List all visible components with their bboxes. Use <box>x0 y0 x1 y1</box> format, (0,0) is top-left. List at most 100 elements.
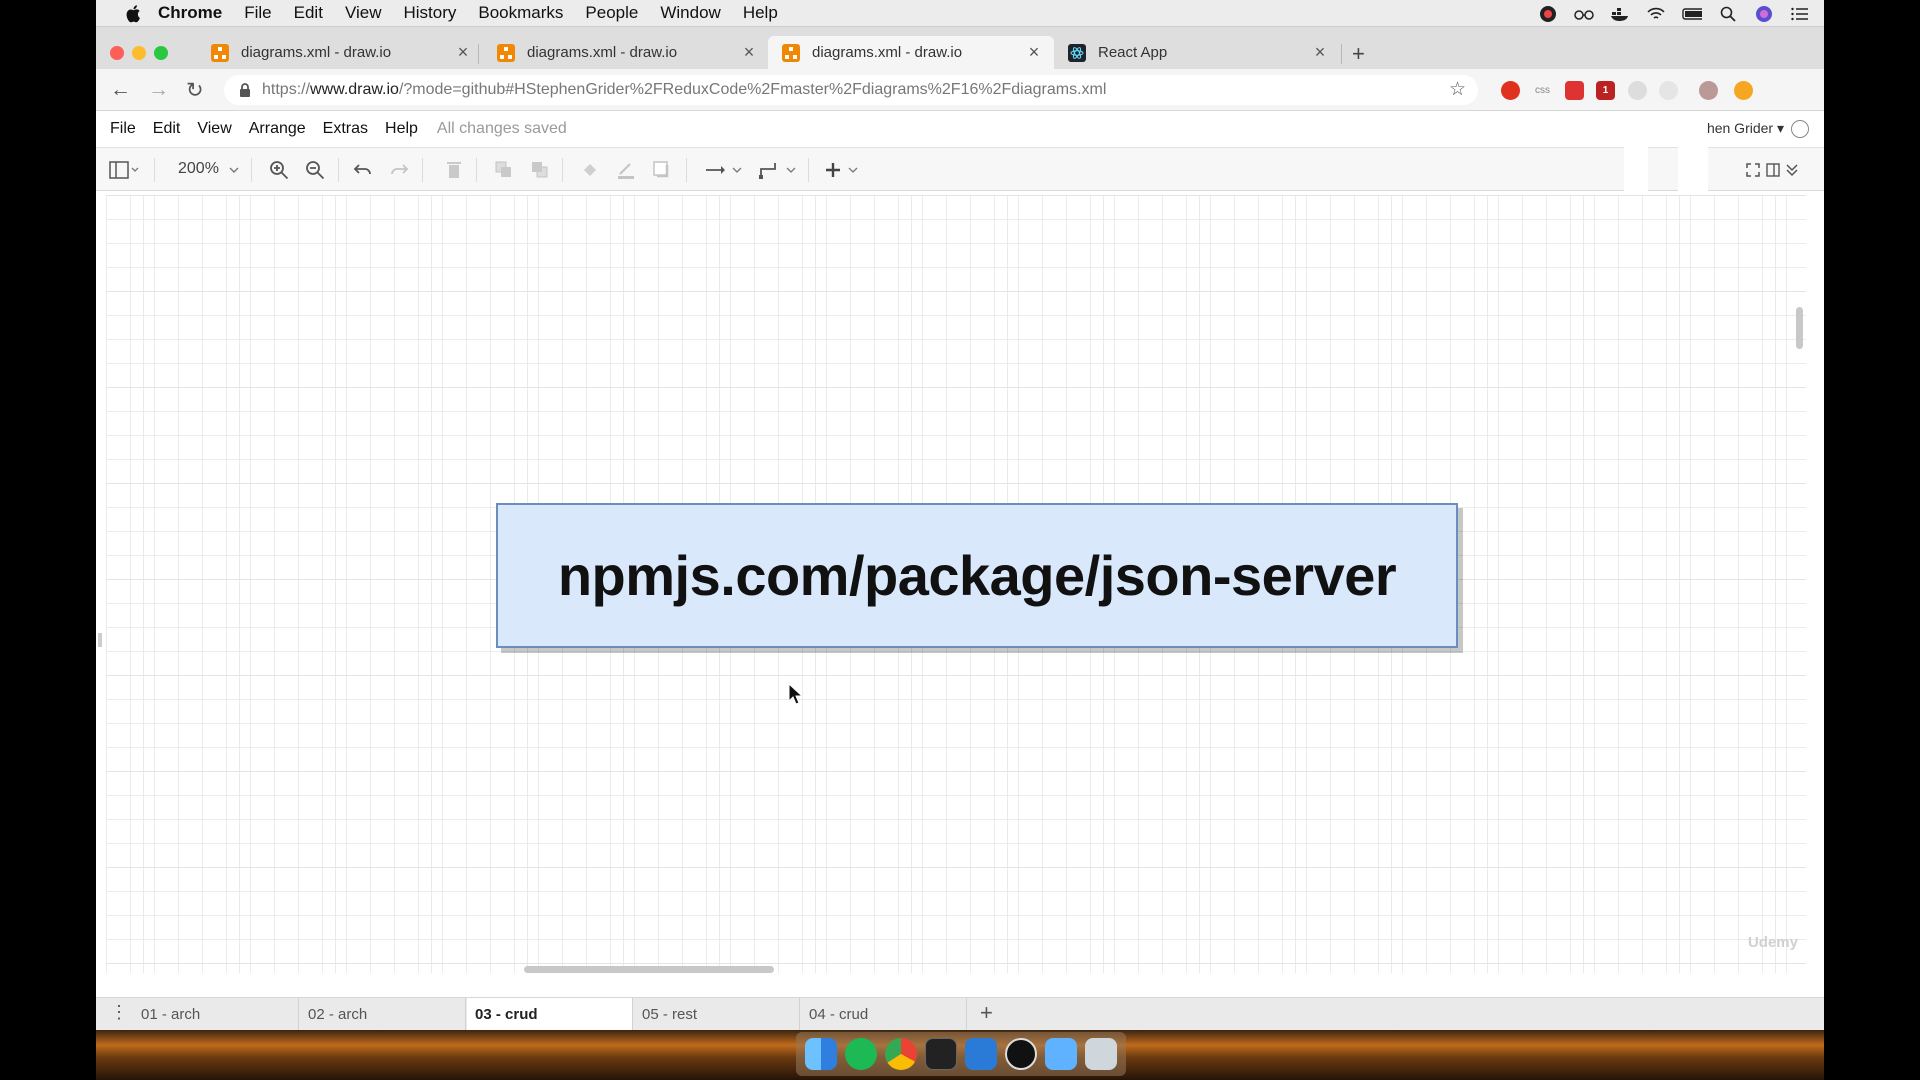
page-tab-01-arch[interactable]: 01 - arch <box>133 998 299 1031</box>
tab-close-icon[interactable]: × <box>1310 42 1330 63</box>
diagram-canvas[interactable]: npmjs.com/package/json-server Udemy <box>106 195 1806 973</box>
pages-menu-icon[interactable]: ⋮ <box>110 1002 128 1023</box>
url-path: /?mode=github#HStephenGrider%2FReduxCode… <box>398 81 1107 98</box>
drawio-menubar: File Edit View Arrange Extras Help All c… <box>96 111 1824 147</box>
delete-trash-icon[interactable] <box>444 160 464 180</box>
page-tab-03-crud-active[interactable]: 03 - crud <box>467 998 633 1031</box>
udemy-watermark: Udemy <box>1747 934 1798 951</box>
vscode-icon[interactable] <box>965 1038 997 1070</box>
redo-icon[interactable] <box>388 160 410 180</box>
profile-avatar-icon[interactable] <box>1699 81 1718 100</box>
menu-window[interactable]: Window <box>660 3 720 23</box>
maximize-window-icon[interactable] <box>154 46 168 60</box>
format-panel-icon[interactable] <box>1765 160 1781 180</box>
tab-close-icon[interactable]: × <box>739 42 759 63</box>
fullscreen-icon[interactable] <box>1745 160 1761 180</box>
close-window-icon[interactable] <box>110 46 124 60</box>
to-front-icon[interactable] <box>494 160 514 180</box>
minimize-window-icon[interactable] <box>132 46 146 60</box>
zoom-dropdown-chevron-icon[interactable] <box>228 160 240 180</box>
reload-button[interactable]: ↻ <box>186 78 204 103</box>
drawio-menu-help[interactable]: Help <box>385 120 418 138</box>
language-globe-icon[interactable] <box>1791 120 1809 138</box>
format-panel-toggle-icon[interactable] <box>106 160 142 180</box>
shadow-icon[interactable] <box>652 160 672 180</box>
page-tab-04-crud[interactable]: 04 - crud <box>801 998 967 1031</box>
extension-orange-icon[interactable] <box>1734 81 1753 100</box>
drawio-menu-edit[interactable]: Edit <box>153 120 181 138</box>
extension-css-icon[interactable]: css <box>1533 81 1552 100</box>
menu-view[interactable]: View <box>345 3 382 23</box>
browser-tab-3-active[interactable]: diagrams.xml - draw.io × <box>768 36 1054 69</box>
spotlight-search-icon[interactable] <box>1718 5 1738 23</box>
wifi-icon[interactable] <box>1646 5 1666 23</box>
new-tab-button[interactable]: + <box>1352 41 1365 67</box>
drawio-menu-file[interactable]: File <box>110 120 136 138</box>
menu-bookmarks[interactable]: Bookmarks <box>478 3 563 23</box>
docker-icon[interactable] <box>1610 5 1630 23</box>
page-tab-02-arch[interactable]: 02 - arch <box>300 998 466 1031</box>
extension-red-icon[interactable] <box>1501 81 1520 100</box>
tab-close-icon[interactable]: × <box>1024 42 1044 63</box>
collapse-toolbar-chevron-icon[interactable] <box>1784 160 1800 180</box>
extension-light-icon[interactable] <box>1659 81 1678 100</box>
menu-history[interactable]: History <box>403 3 456 23</box>
browser-tab-4[interactable]: React App × <box>1054 36 1340 69</box>
siri-icon[interactable] <box>1754 5 1774 23</box>
finder-icon[interactable] <box>805 1038 837 1070</box>
trash-icon[interactable] <box>1085 1038 1117 1070</box>
line-color-icon[interactable] <box>616 160 636 180</box>
tab-close-icon[interactable]: × <box>453 42 473 63</box>
drawio-menu-view[interactable]: View <box>197 120 231 138</box>
status-tray <box>1538 0 1810 27</box>
bookmark-star-icon[interactable]: ☆ <box>1449 78 1466 101</box>
spotify-icon[interactable] <box>845 1038 877 1070</box>
notification-center-icon[interactable] <box>1790 5 1810 23</box>
to-back-icon[interactable] <box>530 160 550 180</box>
apple-icon[interactable] <box>122 2 144 24</box>
battery-icon[interactable] <box>1682 5 1702 23</box>
menu-edit[interactable]: Edit <box>294 3 323 23</box>
tab-separator <box>1341 44 1342 64</box>
forward-button[interactable]: → <box>148 78 169 102</box>
toolbar-separator <box>251 158 252 182</box>
toolbar-separator <box>562 158 563 182</box>
glasses-icon[interactable] <box>1574 5 1594 23</box>
folder-icon[interactable] <box>1045 1038 1077 1070</box>
obs-icon[interactable] <box>1005 1038 1037 1070</box>
menu-people[interactable]: People <box>585 3 638 23</box>
extension-dots-icon[interactable] <box>1565 81 1584 100</box>
page-tab-05-rest[interactable]: 05 - rest <box>634 998 800 1031</box>
drawio-toolbar: 200% <box>96 147 1824 191</box>
url-field[interactable]: https://www.draw.io/?mode=github#HStephe… <box>224 75 1478 105</box>
user-menu[interactable]: hen Grider ▾ <box>1707 120 1784 137</box>
menu-help[interactable]: Help <box>743 3 778 23</box>
drawio-menu-extras[interactable]: Extras <box>323 120 368 138</box>
extension-gray-icon[interactable] <box>1628 81 1647 100</box>
add-page-button[interactable]: + <box>980 1000 993 1026</box>
sidebar-resize-handle[interactable] <box>98 633 102 647</box>
browser-tab-2[interactable]: diagrams.xml - draw.io × <box>483 36 769 69</box>
tray-app-icon[interactable] <box>1538 5 1558 23</box>
connection-style-icon[interactable] <box>704 160 744 180</box>
undo-icon[interactable] <box>352 160 374 180</box>
diagram-rectangle-shape[interactable]: npmjs.com/package/json-server <box>496 503 1458 648</box>
waypoints-style-icon[interactable] <box>758 160 798 180</box>
insert-plus-icon[interactable] <box>824 160 864 180</box>
browser-tab-1[interactable]: diagrams.xml - draw.io × <box>197 36 483 69</box>
zoom-level[interactable]: 200% <box>178 160 219 178</box>
terminal-icon[interactable] <box>925 1038 957 1070</box>
chrome-icon[interactable] <box>885 1038 917 1070</box>
zoom-out-icon[interactable] <box>304 160 326 180</box>
menu-file[interactable]: File <box>244 3 271 23</box>
vertical-scrollbar[interactable] <box>1796 307 1803 349</box>
fill-color-icon[interactable] <box>580 160 600 180</box>
menu-chrome[interactable]: Chrome <box>158 3 222 23</box>
tab-title: React App <box>1098 44 1168 61</box>
toolbar-separator <box>476 158 477 182</box>
extension-badge-icon[interactable]: 1 <box>1596 81 1615 100</box>
horizontal-scrollbar[interactable] <box>524 966 774 973</box>
back-button[interactable]: ← <box>110 78 131 102</box>
drawio-menu-arrange[interactable]: Arrange <box>249 120 306 138</box>
zoom-in-icon[interactable] <box>268 160 290 180</box>
